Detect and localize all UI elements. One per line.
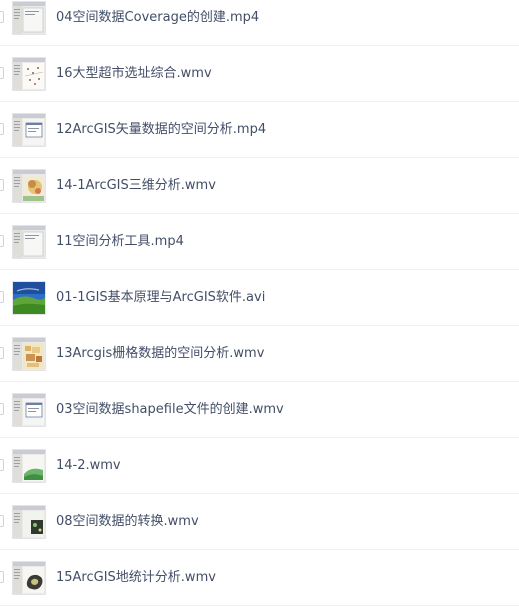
row-checkbox[interactable] (0, 403, 4, 415)
row-checkbox[interactable] (0, 571, 4, 583)
file-row[interactable]: 11空间分析工具.mp4 (0, 214, 519, 270)
file-row[interactable]: 13Arcgis栅格数据的空间分析.wmv (0, 326, 519, 382)
row-checkbox[interactable] (0, 123, 4, 135)
file-row[interactable]: 08空间数据的转换.wmv (0, 494, 519, 550)
file-row[interactable]: 16大型超市选址综合.wmv (0, 46, 519, 102)
file-name[interactable]: 03空间数据shapefile文件的创建.wmv (56, 400, 284, 420)
file-name[interactable]: 01-1GIS基本原理与ArcGIS软件.avi (56, 288, 265, 308)
file-thumbnail (13, 450, 45, 482)
row-checkbox[interactable] (0, 11, 4, 23)
file-thumbnail (13, 338, 45, 370)
row-checkbox[interactable] (0, 67, 4, 79)
file-thumbnail (13, 226, 45, 258)
file-name[interactable]: 14-2.wmv (56, 456, 121, 476)
row-checkbox[interactable] (0, 347, 4, 359)
file-thumbnail (13, 562, 45, 594)
file-name[interactable]: 15ArcGIS地统计分析.wmv (56, 568, 216, 588)
file-thumbnail (13, 58, 45, 90)
file-row[interactable]: 03空间数据shapefile文件的创建.wmv (0, 382, 519, 438)
row-checkbox[interactable] (0, 515, 4, 527)
file-thumbnail (13, 2, 45, 34)
file-name[interactable]: 14-1ArcGIS三维分析.wmv (56, 176, 216, 196)
row-checkbox[interactable] (0, 235, 4, 247)
file-name[interactable]: 11空间分析工具.mp4 (56, 232, 184, 252)
file-thumbnail (13, 394, 45, 426)
row-checkbox[interactable] (0, 459, 4, 471)
file-thumbnail (13, 114, 45, 146)
file-name[interactable]: 16大型超市选址综合.wmv (56, 64, 212, 84)
file-list: 04空间数据Coverage的创建.mp4 16大型超市选址综合.wmv 12Arc… (0, 0, 519, 606)
row-checkbox[interactable] (0, 291, 4, 303)
file-row[interactable]: 01-1GIS基本原理与ArcGIS软件.avi (0, 270, 519, 326)
file-row[interactable]: 14-2.wmv (0, 438, 519, 494)
file-name[interactable]: 12ArcGIS矢量数据的空间分析.mp4 (56, 120, 266, 140)
file-thumbnail (13, 506, 45, 538)
file-name[interactable]: 08空间数据的转换.wmv (56, 512, 199, 532)
file-row[interactable]: 04空间数据Coverage的创建.mp4 (0, 0, 519, 46)
row-checkbox[interactable] (0, 179, 4, 191)
file-thumbnail (13, 282, 45, 314)
file-row[interactable]: 12ArcGIS矢量数据的空间分析.mp4 (0, 102, 519, 158)
file-row[interactable]: 14-1ArcGIS三维分析.wmv (0, 158, 519, 214)
file-name[interactable]: 04空间数据Coverage的创建.mp4 (56, 8, 259, 28)
file-row[interactable]: 15ArcGIS地统计分析.wmv (0, 550, 519, 606)
file-thumbnail (13, 170, 45, 202)
file-name[interactable]: 13Arcgis栅格数据的空间分析.wmv (56, 344, 264, 364)
